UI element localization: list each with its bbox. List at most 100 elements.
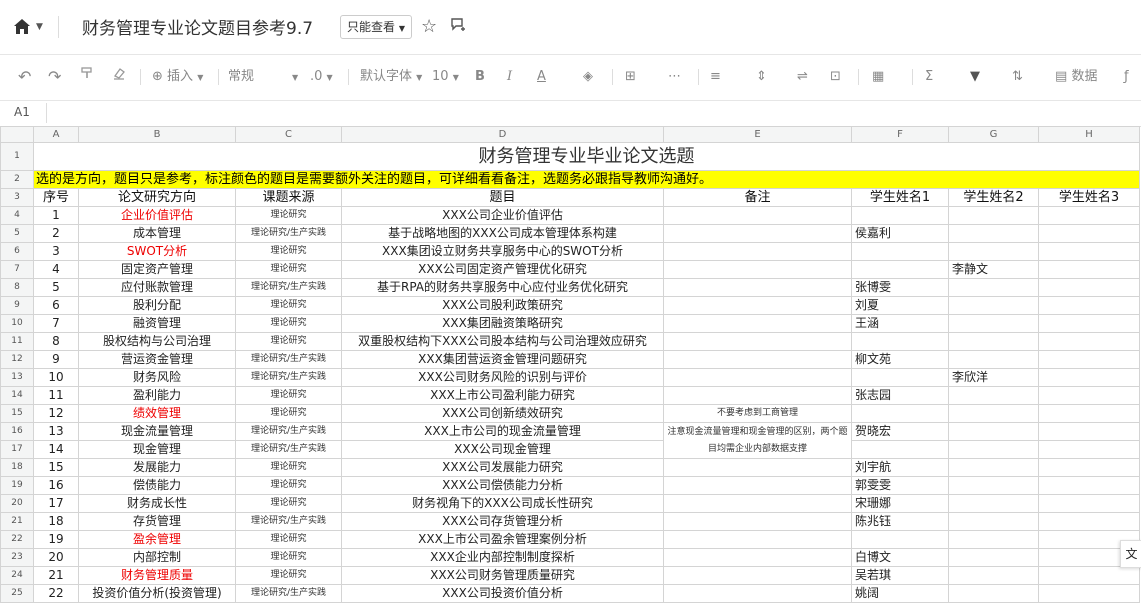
student2-cell[interactable] (948, 224, 1039, 243)
header-cell[interactable]: 序号 (33, 188, 79, 207)
row-number[interactable]: 6 (0, 242, 34, 261)
topic-cell[interactable]: XXX企业内部控制制度探析 (341, 548, 664, 567)
row-number[interactable]: 19 (0, 476, 34, 495)
direction-cell[interactable]: 偿债能力 (78, 476, 236, 495)
source-cell[interactable]: 理论研究 (235, 260, 342, 279)
remark-cell[interactable] (663, 476, 852, 495)
column-header[interactable]: H (1038, 126, 1140, 143)
undo-icon[interactable]: ↶ (18, 66, 31, 88)
table-row[interactable]: 11 8 股权结构与公司治理 理论研究 双重股权结构下XXX公司股本结构与公司治理效应研… (0, 332, 1140, 351)
index-cell[interactable]: 6 (33, 296, 79, 315)
student3-cell[interactable] (1038, 224, 1140, 243)
remark-cell[interactable] (663, 314, 852, 333)
format-painter-icon[interactable] (80, 66, 94, 88)
student1-cell[interactable]: 侯嘉利 (851, 224, 949, 243)
direction-cell[interactable]: 股权结构与公司治理 (78, 332, 236, 351)
student2-cell[interactable] (948, 548, 1039, 567)
index-cell[interactable]: 16 (33, 476, 79, 495)
student1-cell[interactable] (851, 530, 949, 549)
student3-cell[interactable] (1038, 206, 1140, 225)
wrap-text-icon[interactable]: ⇌ (797, 66, 808, 88)
row-number[interactable]: 2 (0, 170, 34, 189)
row-number[interactable]: 13 (0, 368, 34, 387)
student1-cell[interactable]: 白博文 (851, 548, 949, 567)
topic-cell[interactable]: 基于RPA的财务共享服务中心应付业务优化研究 (341, 278, 664, 297)
header-cell[interactable]: 学生姓名3 (1038, 188, 1140, 207)
table-row[interactable]: 10 7 融资管理 理论研究 XXX集团融资策略研究 王涵 (0, 314, 1140, 333)
row-number[interactable]: 15 (0, 404, 34, 423)
header-cell[interactable]: 论文研究方向 (78, 188, 236, 207)
student2-cell[interactable]: 李欣洋 (948, 368, 1039, 387)
select-all-corner[interactable] (0, 126, 34, 143)
more-icon[interactable]: ⋯ (668, 66, 681, 88)
topic-cell[interactable]: XXX集团设立财务共享服务中心的SWOT分析 (341, 242, 664, 261)
index-cell[interactable]: 5 (33, 278, 79, 297)
direction-cell[interactable]: 股利分配 (78, 296, 236, 315)
student3-cell[interactable] (1038, 350, 1140, 369)
direction-cell[interactable]: 现金管理 (78, 440, 236, 459)
direction-cell[interactable]: 财务成长性 (78, 494, 236, 513)
sort-icon[interactable]: ⇅ (1012, 66, 1023, 88)
direction-cell[interactable]: 财务管理质量 (78, 566, 236, 585)
student2-cell[interactable] (948, 332, 1039, 351)
student3-cell[interactable] (1038, 440, 1140, 459)
column-header[interactable]: F (851, 126, 949, 143)
student1-cell[interactable] (851, 242, 949, 261)
border-icon[interactable]: ⊞ (625, 66, 636, 88)
spreadsheet-grid[interactable]: A B C D E F G H 1 财务管理专业毕业论文选题 2 选的是方向，题… (0, 126, 1140, 603)
student2-cell[interactable] (948, 404, 1039, 423)
star-icon[interactable]: ☆ (421, 16, 437, 37)
table-row[interactable]: 18 15 发展能力 理论研究 XXX公司发展能力研究 刘宇航 (0, 458, 1140, 477)
direction-cell[interactable]: 财务风险 (78, 368, 236, 387)
student3-cell[interactable] (1038, 368, 1140, 387)
student3-cell[interactable] (1038, 314, 1140, 333)
topic-cell[interactable]: XXX上市公司盈利能力研究 (341, 386, 664, 405)
student3-cell[interactable] (1038, 404, 1140, 423)
student3-cell[interactable] (1038, 242, 1140, 261)
font-size-dropdown[interactable]: 10 ▼ (432, 66, 459, 88)
source-cell[interactable]: 理论研究/生产实践 (235, 368, 342, 387)
source-cell[interactable]: 理论研究 (235, 458, 342, 477)
topic-cell[interactable]: XXX集团营运资金管理问题研究 (341, 350, 664, 369)
row-number[interactable]: 14 (0, 386, 34, 405)
source-cell[interactable]: 理论研究 (235, 206, 342, 225)
row-number[interactable]: 17 (0, 440, 34, 459)
row-number[interactable]: 18 (0, 458, 34, 477)
decimal-dropdown[interactable]: .0 ▼ (310, 66, 333, 88)
source-cell[interactable]: 理论研究 (235, 386, 342, 405)
student3-cell[interactable] (1038, 332, 1140, 351)
topic-cell[interactable]: XXX公司企业价值评估 (341, 206, 664, 225)
remark-cell[interactable] (663, 530, 852, 549)
source-cell[interactable]: 理论研究 (235, 404, 342, 423)
header-cell[interactable]: 学生姓名1 (851, 188, 949, 207)
topic-cell[interactable]: XXX公司固定资产管理优化研究 (341, 260, 664, 279)
table-row[interactable]: 6 3 SWOT分析 理论研究 XXX集团设立财务共享服务中心的SWOT分析 (0, 242, 1140, 261)
table-row[interactable]: 12 9 营运资金管理 理论研究/生产实践 XXX集团营运资金管理问题研究 柳文苑 (0, 350, 1140, 369)
source-cell[interactable]: 理论研究/生产实践 (235, 350, 342, 369)
table-row[interactable]: 9 6 股利分配 理论研究 XXX公司股利政策研究 刘夏 (0, 296, 1140, 315)
row-number[interactable]: 3 (0, 188, 34, 207)
source-cell[interactable]: 理论研究 (235, 242, 342, 261)
font-family-dropdown[interactable]: 默认字体 ▼ (360, 66, 422, 88)
number-format-dropdown[interactable]: 常规 ▼ (228, 66, 298, 88)
row-number[interactable]: 9 (0, 296, 34, 315)
student2-cell[interactable] (948, 314, 1039, 333)
topic-cell[interactable]: XXX公司财务风险的识别与评价 (341, 368, 664, 387)
student3-cell[interactable] (1038, 386, 1140, 405)
function-icon[interactable]: ƒ (1124, 66, 1129, 88)
student2-cell[interactable] (948, 296, 1039, 315)
remark-cell[interactable] (663, 350, 852, 369)
index-cell[interactable]: 17 (33, 494, 79, 513)
student3-cell[interactable] (1038, 422, 1140, 441)
student1-cell[interactable]: 贺晓宏 (851, 422, 949, 441)
comment-icon[interactable] (450, 17, 466, 37)
student3-cell[interactable] (1038, 566, 1140, 585)
direction-cell[interactable]: 企业价值评估 (78, 206, 236, 225)
remark-cell[interactable] (663, 278, 852, 297)
source-cell[interactable]: 理论研究 (235, 566, 342, 585)
student2-cell[interactable] (948, 440, 1039, 459)
student2-cell[interactable] (948, 350, 1039, 369)
student3-cell[interactable] (1038, 476, 1140, 495)
row-number[interactable]: 1 (0, 142, 34, 171)
student3-cell[interactable] (1038, 494, 1140, 513)
